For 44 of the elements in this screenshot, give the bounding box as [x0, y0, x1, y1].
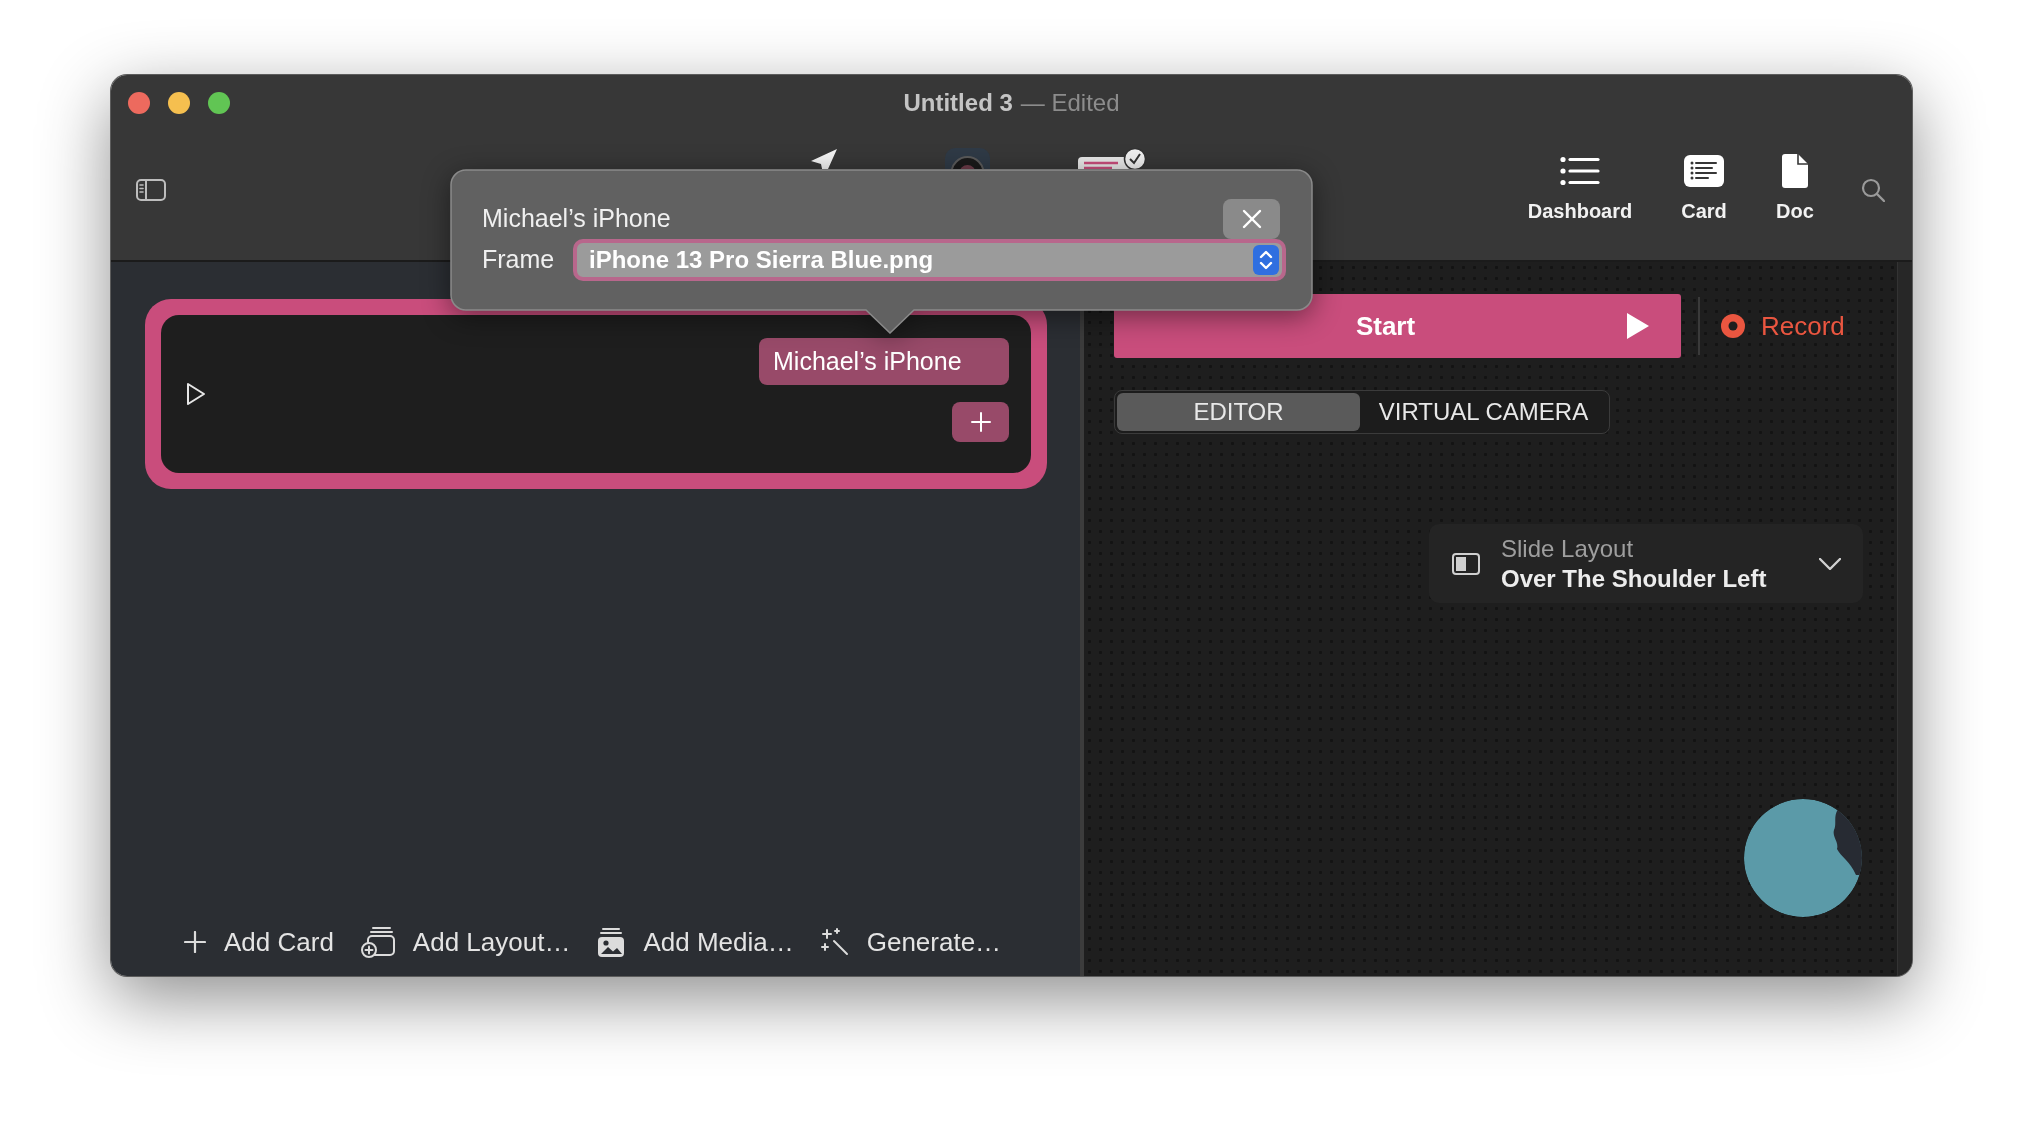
frame-label: Frame	[482, 244, 556, 276]
add-button[interactable]	[952, 402, 1009, 442]
edited-label: — Edited	[1020, 88, 1120, 118]
sidebar-toggle-icon[interactable]	[136, 179, 166, 201]
slide-layout-icon	[1452, 552, 1480, 575]
search-icon[interactable]	[1861, 178, 1885, 202]
slide-layout-caption: Slide Layout	[1501, 533, 1635, 564]
toolbar-button[interactable]: Card	[1664, 154, 1744, 224]
play-icon[interactable]	[186, 382, 206, 406]
minimize-window-icon[interactable]	[168, 92, 190, 114]
window-title: Untitled 3	[903, 88, 1013, 118]
photo-stack-icon	[597, 927, 626, 957]
sparkles-wand-icon	[820, 928, 849, 956]
device-tag[interactable]: Michael’s iPhone	[759, 338, 1009, 385]
mode-tab[interactable]: EDITOR	[1117, 393, 1360, 431]
bottom-bar-button[interactable]: Add Card	[184, 922, 334, 962]
record-button[interactable]: Record	[1721, 306, 1845, 346]
zoom-window-icon[interactable]	[208, 92, 230, 114]
chevron-down-icon	[1819, 557, 1841, 570]
slide-layout-value: Over The Shoulder Left	[1501, 563, 1768, 594]
slide-layout-dropdown[interactable]: Slide Layout Over The Shoulder Left	[1429, 524, 1863, 603]
close-icon	[1241, 209, 1262, 229]
close-button[interactable]	[1223, 199, 1280, 239]
popover-title: Michael’s iPhone	[482, 203, 671, 235]
camera-preview[interactable]	[1744, 799, 1862, 917]
toolbar-button[interactable]: Dashboard	[1520, 154, 1640, 224]
stepper-icon	[1253, 245, 1279, 275]
toolbar-button[interactable]: Doc	[1763, 154, 1827, 224]
list-icon	[1560, 156, 1600, 186]
play-icon	[1627, 313, 1649, 339]
record-icon	[1721, 314, 1745, 338]
start-button[interactable]: Start	[1114, 294, 1681, 358]
stacked-cards-plus-icon	[360, 926, 395, 958]
bottom-bar-button[interactable]: Add Media…	[597, 922, 794, 962]
camera-lens-icon[interactable]	[945, 148, 990, 169]
bottom-bar-button[interactable]: Generate…	[820, 922, 1002, 962]
close-window-icon[interactable]	[128, 92, 150, 114]
plus-icon	[970, 412, 991, 432]
mode-tab[interactable]: VIRTUAL CAMERA	[1360, 393, 1607, 431]
bottom-bar-button[interactable]: Add Layout…	[360, 922, 571, 962]
document-icon	[1782, 154, 1808, 188]
card[interactable]: Michael’s iPhone	[145, 299, 1047, 489]
plus-icon	[184, 931, 206, 953]
card-icon	[1684, 155, 1724, 187]
